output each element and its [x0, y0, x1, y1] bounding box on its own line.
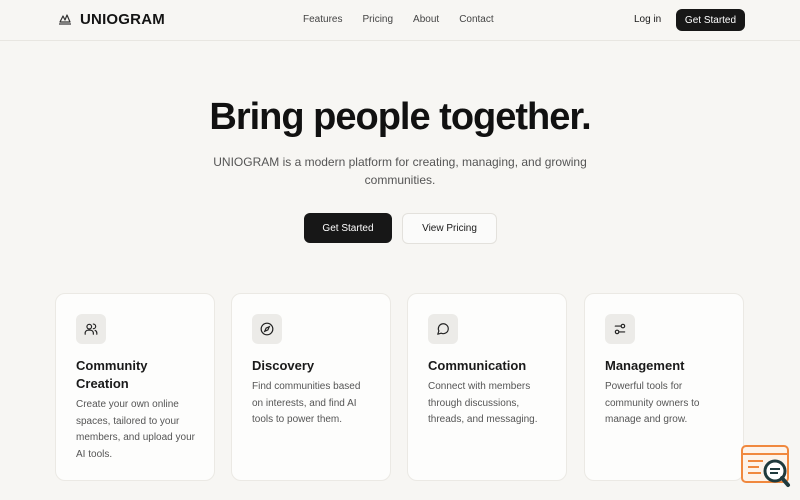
- nav-item-pricing[interactable]: Pricing: [362, 14, 393, 25]
- hero-subtitle: UNIOGRAM is a modern platform for creati…: [213, 155, 587, 187]
- get-started-button[interactable]: Get Started: [304, 213, 392, 243]
- feature-card-community-creation: Community Creation Create your own onlin…: [55, 293, 215, 481]
- feature-description: Find communities based on interests, and…: [252, 381, 361, 425]
- feature-title: Discovery: [252, 358, 315, 373]
- nav-item-about[interactable]: About: [413, 14, 439, 25]
- brand-logo[interactable]: UNIOGRAM: [58, 11, 165, 28]
- feature-icon-container: [76, 314, 106, 344]
- site-header: UNIOGRAM Features Pricing About Contact …: [0, 0, 800, 41]
- feature-description: Powerful tools for community owners to m…: [605, 381, 700, 425]
- feature-card-discovery: Discovery Find communities based on inte…: [231, 293, 391, 481]
- sliders-icon: [614, 323, 626, 335]
- hero-title: Bring people together.: [209, 96, 591, 138]
- login-link[interactable]: Log in: [634, 14, 661, 25]
- view-pricing-button[interactable]: View Pricing: [402, 213, 497, 244]
- main-nav: Features Pricing About Contact: [303, 14, 494, 25]
- feature-card-management: Management Powerful tools for community …: [584, 293, 744, 481]
- feature-card-communication: Communication Connect with members throu…: [407, 293, 567, 481]
- feature-title: Community Creation: [76, 358, 148, 391]
- feature-description: Create your own online spaces, tailored …: [76, 399, 195, 460]
- feature-icon-container: [252, 314, 282, 344]
- brand-name: UNIOGRAM: [80, 11, 165, 28]
- users-icon: [84, 323, 98, 335]
- feature-description: Connect with members through discussions…: [428, 381, 538, 425]
- header-get-started-button[interactable]: Get Started: [676, 9, 745, 31]
- compass-icon: [260, 322, 274, 336]
- nav-item-contact[interactable]: Contact: [459, 14, 493, 25]
- feature-title: Communication: [428, 358, 527, 373]
- logo-mark-icon: [59, 13, 71, 25]
- feature-icon-container: [428, 314, 458, 344]
- feature-title: Management: [605, 358, 685, 373]
- feature-icon-container: [605, 314, 635, 344]
- search-widget-icon[interactable]: [741, 445, 791, 489]
- message-circle-icon: [437, 323, 449, 335]
- nav-item-features[interactable]: Features: [303, 14, 342, 25]
